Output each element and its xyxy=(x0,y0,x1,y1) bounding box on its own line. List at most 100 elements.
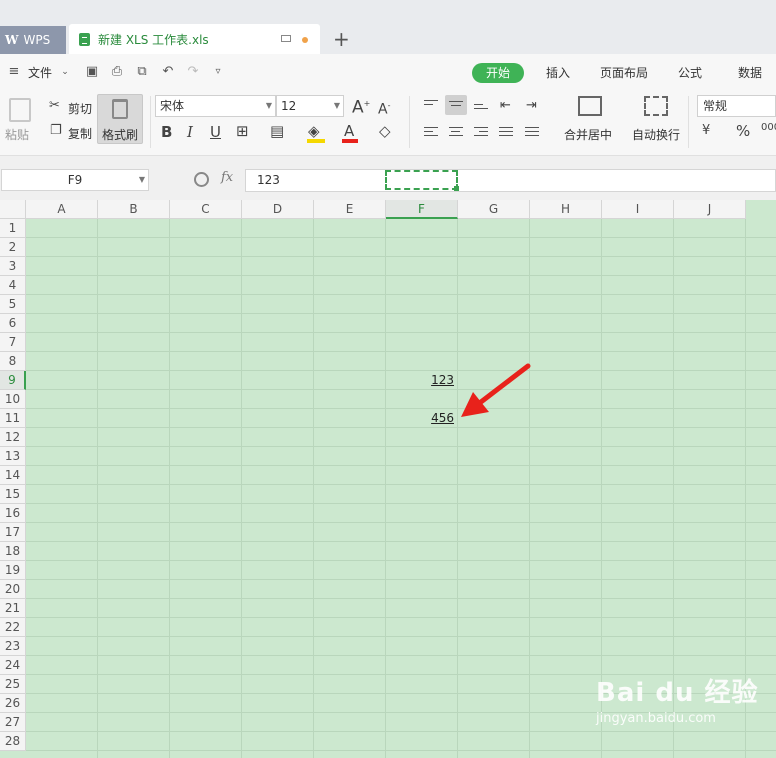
row-header-5[interactable]: 5 xyxy=(0,295,26,314)
copy-icon[interactable]: ❐ xyxy=(50,123,62,139)
row-header-18[interactable]: 18 xyxy=(0,542,26,561)
undo-icon[interactable]: ↶ xyxy=(161,65,175,79)
format-painter-button[interactable]: 格式刷 xyxy=(97,94,143,144)
row-header-2[interactable]: 2 xyxy=(0,238,26,257)
row-header-4[interactable]: 4 xyxy=(0,276,26,295)
copy-button[interactable]: 复制 xyxy=(68,125,92,142)
align-top-icon[interactable] xyxy=(424,100,438,112)
tab-document[interactable]: 新建 XLS 工作表.xls xyxy=(69,24,320,54)
row-header-14[interactable]: 14 xyxy=(0,466,26,485)
name-box[interactable]: F9 ▼ xyxy=(1,169,149,191)
row-header-1[interactable]: 1 xyxy=(0,219,26,238)
cell-f11[interactable]: 456 xyxy=(386,409,454,428)
column-header-i[interactable]: I xyxy=(602,200,674,219)
customize-toolbar-icon[interactable]: ▿ xyxy=(211,65,225,79)
column-header-e[interactable]: E xyxy=(314,200,386,219)
print-preview-icon[interactable]: ⧉ xyxy=(135,65,149,79)
wrap-text-icon[interactable] xyxy=(644,96,668,116)
row-header-8[interactable]: 8 xyxy=(0,352,26,371)
font-size-select[interactable]: 12 ▼ xyxy=(276,95,344,117)
row-header-21[interactable]: 21 xyxy=(0,599,26,618)
currency-button[interactable]: ¥ xyxy=(702,123,710,139)
underline-button[interactable]: U xyxy=(210,124,221,140)
row-header-7[interactable]: 7 xyxy=(0,333,26,352)
column-header-a[interactable]: A xyxy=(26,200,98,219)
distributed-align-icon[interactable] xyxy=(525,127,539,139)
increase-font-size-icon[interactable]: A+ xyxy=(352,96,370,116)
number-format-select[interactable]: 常规 xyxy=(697,95,776,117)
row-header-25[interactable]: 25 xyxy=(0,675,26,694)
tab-wps-home[interactable]: W WPS xyxy=(0,26,66,54)
menu-file[interactable]: 文件 xyxy=(28,64,52,81)
paste-icon[interactable] xyxy=(9,98,31,122)
font-name-select[interactable]: 宋体 ▼ xyxy=(155,95,276,117)
formula-input[interactable]: 123 xyxy=(245,169,776,192)
select-all-corner[interactable] xyxy=(0,200,26,219)
scissors-icon[interactable]: ✂ xyxy=(49,98,60,114)
row-header-28[interactable]: 28 xyxy=(0,732,26,751)
increase-indent-icon[interactable]: ⇥ xyxy=(526,98,537,114)
merge-center-button[interactable]: 合并居中 xyxy=(564,126,612,143)
cell-style-icon[interactable]: ▤ xyxy=(270,123,284,139)
row-header-12[interactable]: 12 xyxy=(0,428,26,447)
merge-center-icon[interactable] xyxy=(578,96,602,116)
fill-handle[interactable] xyxy=(454,186,459,191)
menu-formulas[interactable]: 公式 xyxy=(678,64,702,81)
column-header-g[interactable]: G xyxy=(458,200,530,219)
row-header-27[interactable]: 27 xyxy=(0,713,26,732)
align-center-icon[interactable] xyxy=(449,127,463,139)
row-header-23[interactable]: 23 xyxy=(0,637,26,656)
row-header-3[interactable]: 3 xyxy=(0,257,26,276)
bold-button[interactable]: B xyxy=(161,124,172,140)
row-header-16[interactable]: 16 xyxy=(0,504,26,523)
align-bottom-icon[interactable] xyxy=(474,104,488,116)
monitor-icon[interactable] xyxy=(281,35,291,42)
borders-icon[interactable]: ⊞ xyxy=(236,123,249,139)
row-header-10[interactable]: 10 xyxy=(0,390,26,409)
decrease-indent-icon[interactable]: ⇤ xyxy=(500,98,511,114)
print-icon[interactable]: ⎙ xyxy=(110,65,124,79)
percent-button[interactable]: % xyxy=(736,123,750,139)
decrease-font-size-icon[interactable]: A- xyxy=(378,98,390,118)
row-header-20[interactable]: 20 xyxy=(0,580,26,599)
paste-button[interactable]: 粘贴 xyxy=(5,126,29,143)
fx-icon[interactable]: fx xyxy=(221,170,233,185)
justify-icon[interactable] xyxy=(499,127,513,139)
menu-insert[interactable]: 插入 xyxy=(546,64,570,81)
column-header-f[interactable]: F xyxy=(386,200,458,219)
row-header-19[interactable]: 19 xyxy=(0,561,26,580)
italic-button[interactable]: I xyxy=(187,124,193,140)
align-middle-icon[interactable] xyxy=(449,101,463,113)
fill-color-icon[interactable]: ◈ xyxy=(308,123,320,139)
row-header-11[interactable]: 11 xyxy=(0,409,26,428)
eraser-icon[interactable]: ◇ xyxy=(379,123,391,139)
hamburger-menu-icon[interactable]: ≡ xyxy=(7,65,21,79)
row-header-6[interactable]: 6 xyxy=(0,314,26,333)
column-header-j[interactable]: J xyxy=(674,200,746,219)
row-header-22[interactable]: 22 xyxy=(0,618,26,637)
row-header-15[interactable]: 15 xyxy=(0,485,26,504)
redo-icon[interactable]: ↷ xyxy=(186,65,200,79)
thousands-separator-icon[interactable]: 000 xyxy=(761,120,776,136)
align-right-icon[interactable] xyxy=(474,127,488,139)
menu-page-layout[interactable]: 页面布局 xyxy=(600,64,648,81)
menu-data[interactable]: 数据 xyxy=(738,64,762,81)
column-header-h[interactable]: H xyxy=(530,200,602,219)
new-tab-button[interactable]: + xyxy=(333,28,350,50)
font-color-button[interactable]: A xyxy=(344,123,354,139)
wrap-text-button[interactable]: 自动换行 xyxy=(632,126,680,143)
row-header-13[interactable]: 13 xyxy=(0,447,26,466)
row-header-26[interactable]: 26 xyxy=(0,694,26,713)
menu-home-tab[interactable]: 开始 xyxy=(472,63,524,83)
column-header-d[interactable]: D xyxy=(242,200,314,219)
cell-f9[interactable]: 123 xyxy=(386,371,454,390)
column-header-b[interactable]: B xyxy=(98,200,170,219)
zoom-icon[interactable] xyxy=(194,172,209,187)
cut-button[interactable]: 剪切 xyxy=(68,100,92,117)
save-icon[interactable]: ▣ xyxy=(85,65,99,79)
active-cell-selection[interactable] xyxy=(385,170,458,190)
row-header-17[interactable]: 17 xyxy=(0,523,26,542)
chevron-down-icon[interactable]: ⌄ xyxy=(58,65,72,79)
row-header-9[interactable]: 9 xyxy=(0,371,26,390)
row-header-24[interactable]: 24 xyxy=(0,656,26,675)
